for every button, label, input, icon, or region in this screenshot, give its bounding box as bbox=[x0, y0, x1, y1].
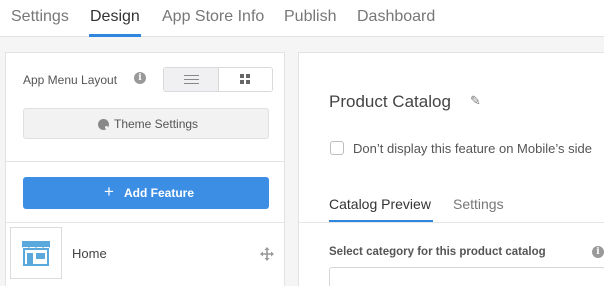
tab-app-store-info[interactable]: App Store Info bbox=[162, 8, 264, 26]
grid-layout-button[interactable] bbox=[219, 68, 272, 91]
category-select[interactable] bbox=[329, 267, 604, 286]
tab-catalog-settings[interactable]: Settings bbox=[453, 196, 504, 212]
hide-on-mobile-label: Don’t display this feature on Mobile’s s… bbox=[353, 141, 592, 156]
feature-label-home: Home bbox=[72, 246, 107, 261]
left-panel: App Menu Layout i Theme Settings + Add F… bbox=[0, 37, 295, 286]
grid-icon bbox=[240, 74, 251, 85]
top-navigation: Settings Design App Store Info Publish D… bbox=[0, 0, 604, 37]
tab-publish[interactable]: Publish bbox=[284, 8, 336, 26]
theme-settings-label: Theme Settings bbox=[114, 117, 199, 131]
theme-settings-button[interactable]: Theme Settings bbox=[23, 108, 269, 139]
add-feature-button[interactable]: + Add Feature bbox=[23, 177, 269, 209]
features-card: + Add Feature Home bbox=[5, 161, 285, 286]
hide-on-mobile-checkbox[interactable] bbox=[330, 141, 344, 155]
app-menu-layout-label: App Menu Layout bbox=[23, 73, 118, 87]
info-icon[interactable]: i bbox=[592, 246, 604, 258]
plus-icon: + bbox=[104, 182, 114, 201]
tab-catalog-preview[interactable]: Catalog Preview bbox=[329, 196, 431, 212]
subtab-divider bbox=[299, 222, 604, 223]
category-select-label: Select category for this product catalog bbox=[329, 246, 546, 258]
layout-toggle bbox=[163, 67, 273, 92]
list-icon bbox=[184, 75, 199, 84]
move-icon[interactable] bbox=[260, 247, 274, 261]
tab-settings[interactable]: Settings bbox=[11, 8, 69, 26]
tab-dashboard[interactable]: Dashboard bbox=[357, 8, 435, 26]
pencil-icon[interactable]: ✎ bbox=[470, 93, 481, 109]
add-feature-label: Add Feature bbox=[124, 186, 195, 200]
store-icon bbox=[10, 227, 62, 279]
tab-design[interactable]: Design bbox=[90, 8, 140, 26]
feature-item-home[interactable]: Home bbox=[6, 222, 284, 286]
palette-icon bbox=[98, 119, 109, 130]
list-layout-button[interactable] bbox=[164, 68, 219, 91]
info-icon[interactable]: i bbox=[134, 72, 146, 84]
page-title: Product Catalog bbox=[329, 92, 451, 111]
feature-editor-panel: Product Catalog ✎ Don’t display this fea… bbox=[298, 52, 604, 286]
